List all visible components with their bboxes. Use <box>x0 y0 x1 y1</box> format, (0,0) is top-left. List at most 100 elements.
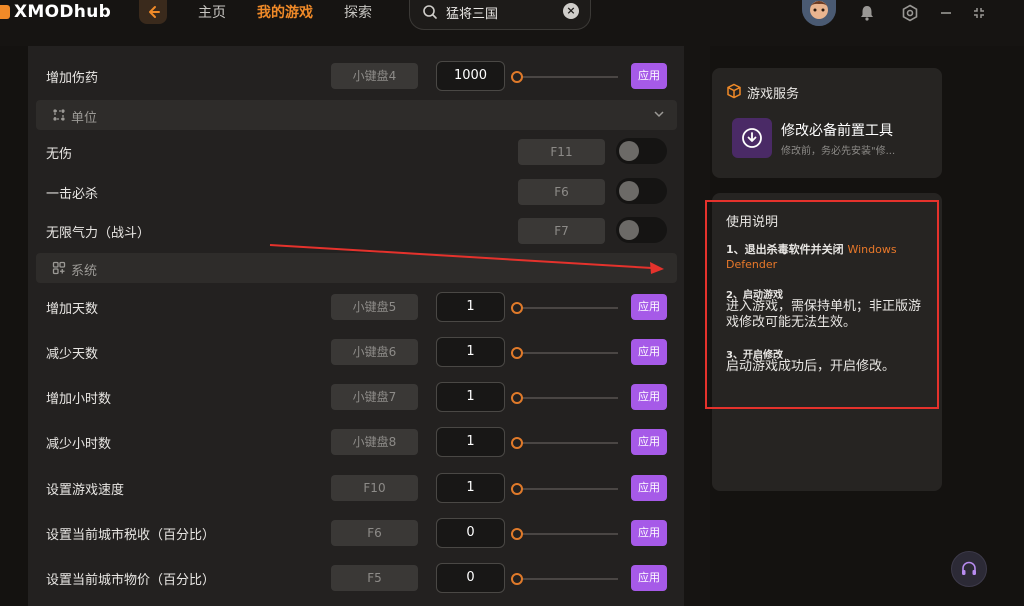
unit-section-icon <box>53 109 65 121</box>
hotkey-button[interactable]: 小键盘6 <box>331 339 418 365</box>
value-input[interactable]: 1 <box>436 473 505 503</box>
clear-icon[interactable]: × <box>563 3 579 19</box>
value-input[interactable]: 1 <box>436 292 505 322</box>
toggle-switch[interactable] <box>616 138 667 164</box>
app-name: XMODhub <box>14 2 112 22</box>
mod-row: 一击必杀 F6 <box>28 172 684 212</box>
mod-list-panel: 增加伤药 小键盘4 1000 应用 单位 无伤 F11 一击必杀 F6 无限气力… <box>28 46 684 606</box>
apply-button[interactable]: 应用 <box>631 294 667 320</box>
hotkey-button[interactable]: 小键盘8 <box>331 429 418 455</box>
chevron-down-icon[interactable] <box>653 108 665 120</box>
search-box[interactable]: 猛将三国 × <box>409 0 591 30</box>
value-slider-handle[interactable] <box>511 528 523 540</box>
section-label: 单位 <box>71 111 98 126</box>
mod-row: 设置当前城市税收（百分比） F6 0 应用 <box>28 513 684 553</box>
minimize-icon[interactable] <box>936 3 956 23</box>
search-input[interactable]: 猛将三国 <box>446 3 498 22</box>
mod-label: 无限气力（战斗） <box>46 226 151 241</box>
apply-button[interactable]: 应用 <box>631 475 667 501</box>
apply-button[interactable]: 应用 <box>631 520 667 546</box>
mod-label: 增加小时数 <box>46 392 112 407</box>
avatar[interactable] <box>802 0 836 26</box>
value-slider-track[interactable] <box>511 578 618 580</box>
tool-item[interactable] <box>732 118 772 158</box>
apply-button[interactable]: 应用 <box>631 429 667 455</box>
hotkey-button[interactable]: F6 <box>518 179 605 205</box>
hotkey-button[interactable]: 小键盘7 <box>331 384 418 410</box>
value-slider-track[interactable] <box>511 76 618 78</box>
toggle-switch[interactable] <box>616 178 667 204</box>
section-label: 系统 <box>71 264 98 279</box>
hotkey-button[interactable]: F5 <box>331 565 418 591</box>
nav-home[interactable]: 主页 <box>198 2 226 22</box>
value-slider-track[interactable] <box>511 307 618 309</box>
toggle-knob <box>619 141 639 161</box>
download-icon <box>742 128 762 148</box>
value-slider-handle[interactable] <box>511 483 523 495</box>
hotkey-button[interactable]: F7 <box>518 218 605 244</box>
mod-label: 设置当前城市税收（百分比） <box>46 528 216 543</box>
apply-button[interactable]: 应用 <box>631 565 667 591</box>
hotkey-button[interactable]: F11 <box>518 139 605 165</box>
app-logo[interactable]: XMODhub <box>0 0 111 24</box>
nav-my-games[interactable]: 我的游戏 <box>257 2 313 22</box>
tool-name[interactable]: 修改必备前置工具 <box>781 120 893 140</box>
system-section-icon <box>52 261 66 275</box>
headset-icon <box>962 561 976 575</box>
annotation-box <box>705 200 939 409</box>
arrow-left-icon <box>149 6 160 18</box>
hotkey-button[interactable]: 小键盘5 <box>331 294 418 320</box>
mod-row: 减少小时数 小键盘8 1 应用 <box>28 422 684 462</box>
value-slider-track[interactable] <box>511 488 618 490</box>
mod-row: 设置游戏速度 F10 1 应用 <box>28 468 684 508</box>
bell-icon[interactable] <box>857 3 877 23</box>
apply-button[interactable]: 应用 <box>631 384 667 410</box>
value-input[interactable]: 1 <box>436 427 505 457</box>
value-slider-track[interactable] <box>511 442 618 444</box>
avatar-image <box>802 0 836 26</box>
value-slider-handle[interactable] <box>511 437 523 449</box>
mod-row: 增加天数 小键盘5 1 应用 <box>28 287 684 327</box>
fullscreen-icon[interactable] <box>969 3 989 23</box>
game-service-card: 游戏服务 修改必备前置工具 修改前，务必先安装"修... <box>712 68 942 178</box>
section-system[interactable]: 系统 <box>36 253 677 283</box>
value-slider-track[interactable] <box>511 533 618 535</box>
support-button[interactable] <box>951 551 987 587</box>
value-input[interactable]: 0 <box>436 518 505 548</box>
apply-button[interactable]: 应用 <box>631 339 667 365</box>
search-icon <box>423 5 437 19</box>
toggle-knob <box>619 181 639 201</box>
value-input[interactable]: 0 <box>436 563 505 593</box>
mod-row: 增加小时数 小键盘7 1 应用 <box>28 377 684 417</box>
value-slider-handle[interactable] <box>511 347 523 359</box>
value-input[interactable]: 1 <box>436 337 505 367</box>
mod-label: 增加天数 <box>46 302 99 317</box>
value-input[interactable]: 1 <box>436 382 505 412</box>
value-slider-handle[interactable] <box>511 302 523 314</box>
toggle-knob <box>619 220 639 240</box>
mod-row: 无伤 F11 <box>28 132 684 172</box>
cube-icon <box>727 83 741 99</box>
hotkey-button[interactable]: 小键盘4 <box>331 63 418 89</box>
top-bar: XMODhub 主页 我的游戏 探索 猛将三国 × <box>0 0 1024 46</box>
value-input[interactable]: 1000 <box>436 61 505 91</box>
toggle-switch[interactable] <box>616 217 667 243</box>
tool-description: 修改前，务必先安装"修... <box>781 146 896 157</box>
value-slider-handle[interactable] <box>511 71 523 83</box>
value-slider-handle[interactable] <box>511 392 523 404</box>
hotkey-button[interactable]: F6 <box>331 520 418 546</box>
mod-label: 无伤 <box>46 147 73 162</box>
section-unit[interactable]: 单位 <box>36 100 677 130</box>
mod-label: 设置当前城市物价（百分比） <box>46 573 216 588</box>
service-title: 游戏服务 <box>747 87 800 102</box>
value-slider-track[interactable] <box>511 352 618 354</box>
value-slider-track[interactable] <box>511 397 618 399</box>
mod-label: 减少小时数 <box>46 437 112 452</box>
apply-button[interactable]: 应用 <box>631 63 667 89</box>
mod-row: 减少天数 小键盘6 1 应用 <box>28 332 684 372</box>
nav-explore[interactable]: 探索 <box>344 2 372 22</box>
value-slider-handle[interactable] <box>511 573 523 585</box>
settings-icon[interactable] <box>900 3 920 23</box>
back-button[interactable] <box>139 0 167 24</box>
hotkey-button[interactable]: F10 <box>331 475 418 501</box>
